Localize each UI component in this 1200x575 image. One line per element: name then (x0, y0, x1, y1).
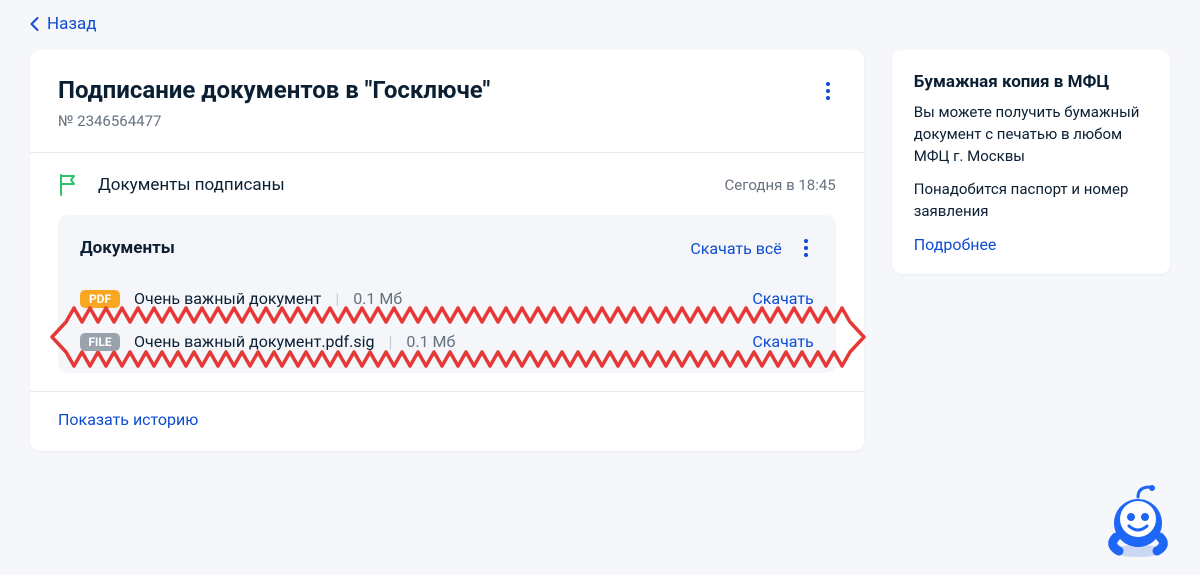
side-card: Бумажная копия в МФЦ Вы можете получить … (892, 50, 1170, 274)
show-history-link[interactable]: Показать историю (58, 410, 198, 429)
download-all-link[interactable]: Скачать всё (690, 239, 781, 258)
page-title: Подписание документов в "Госключе" (58, 76, 490, 104)
side-more-link[interactable]: Подробнее (914, 235, 997, 254)
side-title: Бумажная копия в МФЦ (914, 72, 1148, 92)
download-link[interactable]: Скачать (752, 332, 813, 351)
side-paragraph: Понадобится паспорт и номер заявления (914, 179, 1148, 223)
status-row: Документы подписаны Сегодня в 18:45 (30, 153, 864, 215)
chevron-left-icon (30, 17, 39, 31)
document-size: 0.1 Мб (353, 289, 402, 308)
document-name: Очень важный документ (134, 289, 321, 308)
document-name: Очень важный документ.pdf.sig (134, 332, 374, 351)
document-row: PDF Очень важный документ | 0.1 Мб Скача… (80, 277, 814, 320)
status-time: Сегодня в 18:45 (725, 176, 836, 194)
file-badge: FILE (80, 333, 120, 351)
document-row: FILE Очень важный документ.pdf.sig | 0.1… (80, 320, 814, 363)
document-size: 0.1 Мб (406, 332, 455, 351)
documents-title: Документы (80, 238, 175, 258)
back-label: Назад (47, 14, 97, 34)
pdf-badge: PDF (80, 290, 120, 308)
card-more-button[interactable] (820, 76, 836, 106)
download-link[interactable]: Скачать (752, 289, 813, 308)
assistant-mascot-icon[interactable] (1098, 483, 1176, 565)
main-card: Подписание документов в "Госключе" № 234… (30, 50, 864, 451)
documents-block: Документы Скачать всё PDF Очень важный д… (58, 215, 836, 373)
documents-more-button[interactable] (798, 233, 814, 263)
request-number: № 2346564477 (58, 112, 490, 130)
side-paragraph: Вы можете получить бумажный документ с п… (914, 102, 1148, 167)
flag-icon (58, 173, 80, 197)
back-link[interactable]: Назад (30, 10, 97, 50)
status-label: Документы подписаны (98, 175, 285, 195)
